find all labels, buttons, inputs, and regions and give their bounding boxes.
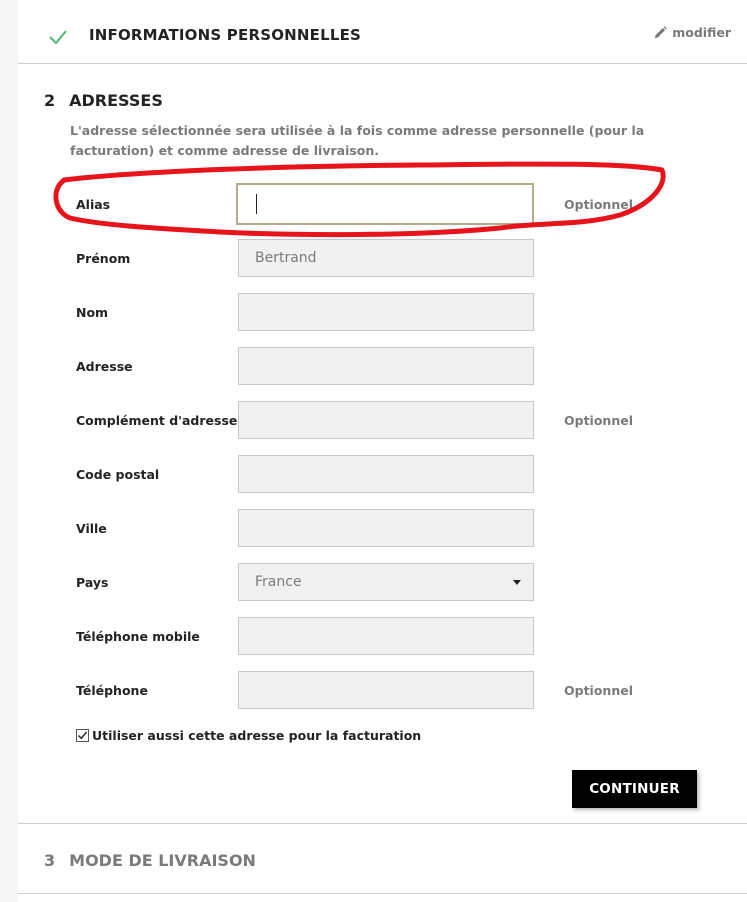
prenom-input[interactable]: Bertrand bbox=[238, 239, 534, 277]
form-row-tel-mobile: Téléphone mobile bbox=[0, 617, 747, 655]
form-row-alias: Alias Optionnel bbox=[0, 183, 747, 225]
form-row-ville: Ville bbox=[0, 509, 747, 547]
use-for-billing-label: Utiliser aussi cette adresse pour la fac… bbox=[92, 728, 422, 743]
tel-mobile-input[interactable] bbox=[238, 617, 534, 655]
continue-button[interactable]: CONTINUER bbox=[572, 770, 697, 808]
use-for-billing-option[interactable]: Utiliser aussi cette adresse pour la fac… bbox=[76, 728, 421, 743]
caret-down-icon bbox=[513, 580, 521, 585]
alias-optional-hint: Optionnel bbox=[564, 197, 633, 212]
form-row-prenom: Prénom Bertrand bbox=[0, 239, 747, 277]
checkout-page: INFORMATIONS PERSONNELLES modifier 2 ADRE… bbox=[0, 0, 747, 902]
form-row-complement: Complément d'adresse Optionnel bbox=[0, 401, 747, 439]
adresse-input[interactable] bbox=[238, 347, 534, 385]
complement-label: Complément d'adresse bbox=[76, 413, 238, 428]
pays-select[interactable]: France bbox=[238, 563, 534, 601]
complement-input[interactable] bbox=[238, 401, 534, 439]
step-addresses-title: 2 ADRESSES bbox=[44, 91, 163, 110]
complement-optional-hint: Optionnel bbox=[564, 413, 633, 428]
ville-input[interactable] bbox=[238, 509, 534, 547]
pays-label: Pays bbox=[76, 575, 109, 590]
alias-label: Alias bbox=[76, 197, 111, 212]
checkbox-check-icon bbox=[78, 731, 88, 740]
ville-label: Ville bbox=[76, 521, 107, 536]
form-row-pays: Pays France bbox=[0, 563, 747, 601]
alias-input[interactable] bbox=[236, 183, 534, 225]
section-divider bbox=[18, 823, 747, 824]
step-number: 3 bbox=[44, 851, 56, 870]
addresses-intro-text: L'adresse sélectionnée sera utilisée à l… bbox=[70, 123, 645, 158]
form-row-telephone: Téléphone Optionnel bbox=[0, 671, 747, 709]
nom-label: Nom bbox=[76, 305, 109, 320]
text-caret bbox=[256, 194, 257, 214]
edit-personal-info-link[interactable]: modifier bbox=[654, 25, 731, 40]
checkmark-icon bbox=[49, 30, 67, 45]
use-for-billing-checkbox[interactable] bbox=[76, 729, 89, 742]
adresse-label: Adresse bbox=[76, 359, 133, 374]
telephone-input[interactable] bbox=[238, 671, 534, 709]
step-shipping-title[interactable]: 3 MODE DE LIVRAISON bbox=[44, 851, 256, 870]
form-row-nom: Nom bbox=[0, 293, 747, 331]
telephone-optional-hint: Optionnel bbox=[564, 683, 633, 698]
step-title: MODE DE LIVRAISON bbox=[69, 851, 256, 870]
code-postal-input[interactable] bbox=[238, 455, 534, 493]
nom-input[interactable] bbox=[238, 293, 534, 331]
telephone-label: Téléphone bbox=[76, 683, 148, 698]
pays-selected-value: France bbox=[255, 574, 302, 590]
step-personal-info-title: INFORMATIONS PERSONNELLES bbox=[89, 26, 362, 44]
form-row-adresse: Adresse bbox=[0, 347, 747, 385]
step-personal-info: INFORMATIONS PERSONNELLES modifier bbox=[18, 10, 747, 64]
tel-mobile-label: Téléphone mobile bbox=[76, 629, 200, 644]
form-row-code-postal: Code postal bbox=[0, 455, 747, 493]
pencil-icon bbox=[655, 26, 667, 39]
edit-label: modifier bbox=[672, 25, 731, 40]
code-postal-label: Code postal bbox=[76, 467, 160, 482]
step-number: 2 bbox=[44, 91, 56, 110]
prenom-label: Prénom bbox=[76, 251, 131, 266]
section-divider bbox=[18, 893, 747, 894]
step-title: ADRESSES bbox=[69, 91, 163, 110]
